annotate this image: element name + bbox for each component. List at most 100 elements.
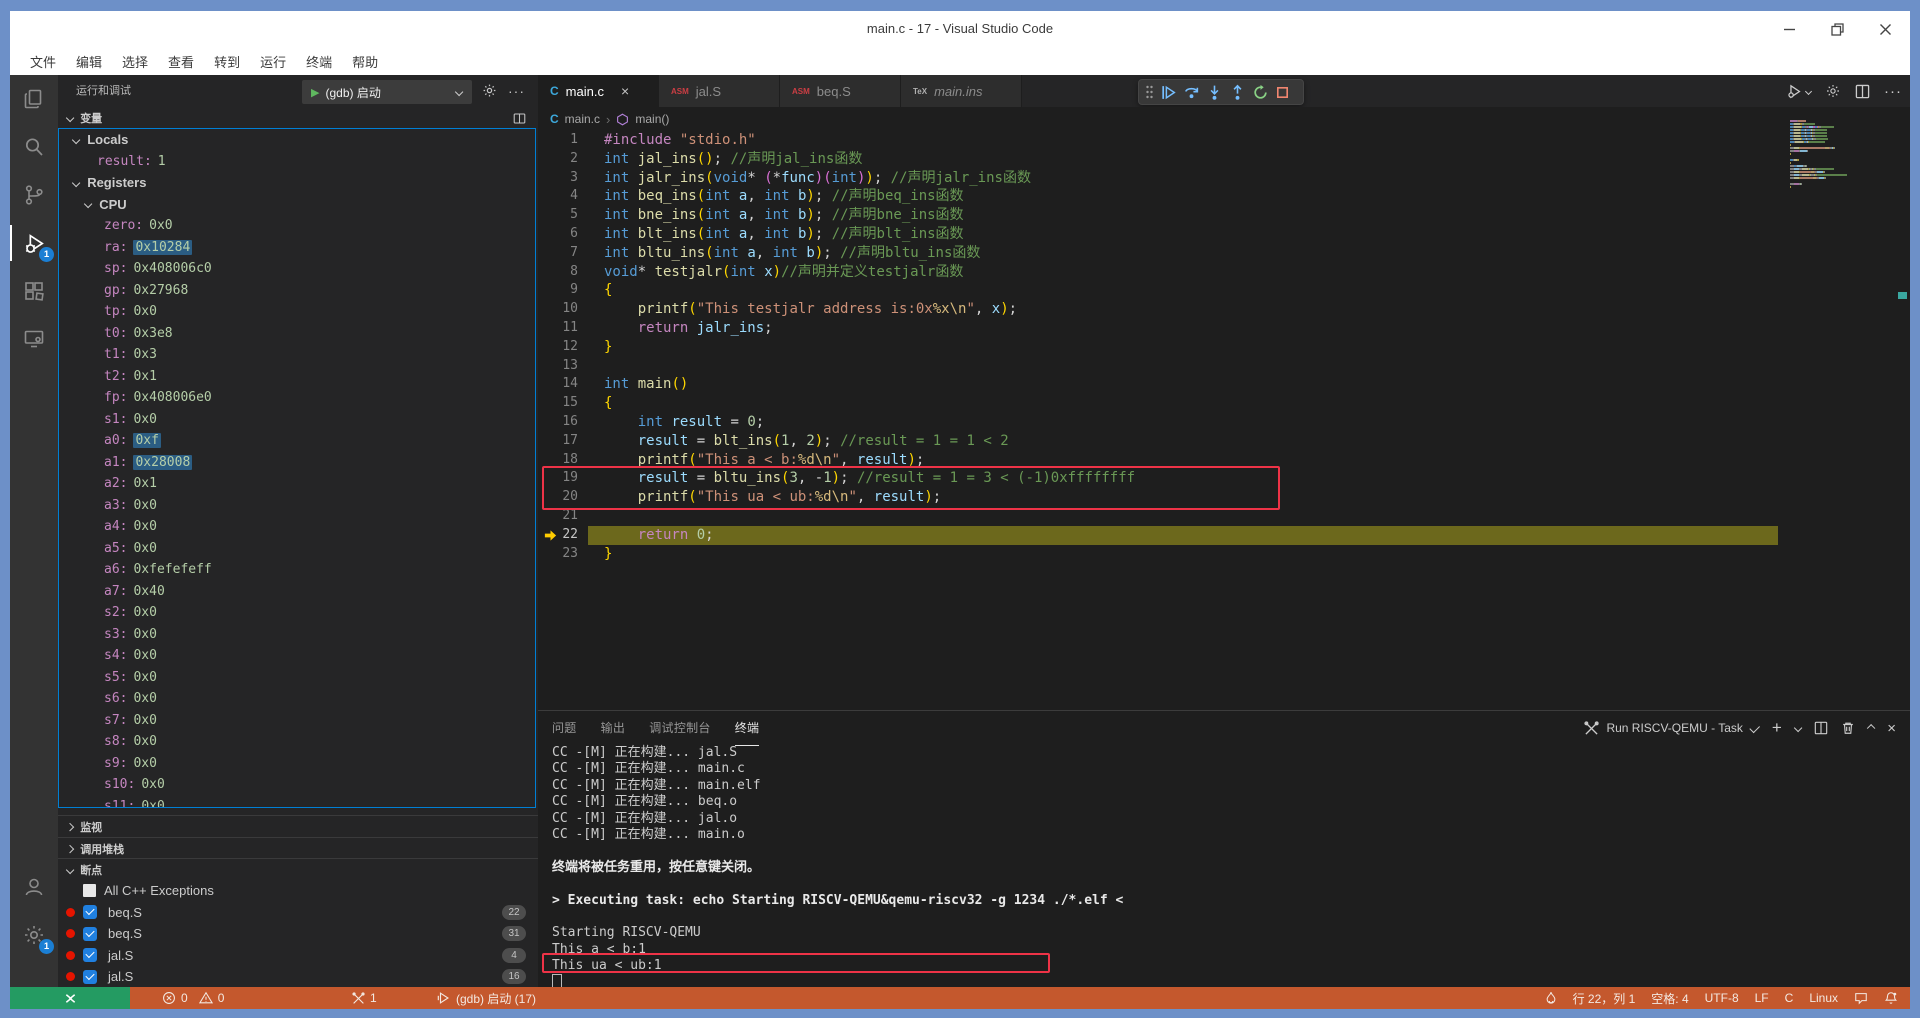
variable-s7[interactable]: s7:0x0 bbox=[59, 710, 535, 732]
editor-tab-main.ins[interactable]: TeXmain.ins bbox=[901, 75, 1022, 107]
source-control-icon[interactable] bbox=[10, 173, 58, 217]
code-line-13[interactable]: 13 bbox=[538, 357, 1910, 376]
code-line-22[interactable]: 22 return 0; bbox=[538, 526, 1910, 545]
panel-tab-问题[interactable]: 问题 bbox=[552, 711, 577, 745]
os-indicator[interactable]: Linux bbox=[1809, 991, 1838, 1005]
continue-icon[interactable] bbox=[1160, 84, 1177, 101]
checkbox[interactable] bbox=[83, 905, 97, 919]
panel-tab-输出[interactable]: 输出 bbox=[601, 711, 626, 745]
tree-node-Locals[interactable]: Locals bbox=[59, 129, 535, 151]
code-line-23[interactable]: 23} bbox=[538, 545, 1910, 564]
terminal-output[interactable]: CC -[M] 正在构建... jal.SCC -[M] 正在构建... mai… bbox=[552, 745, 1910, 987]
language-mode[interactable]: C bbox=[1785, 991, 1794, 1005]
code-line-11[interactable]: 11 return jalr_ins; bbox=[538, 319, 1910, 338]
variable-tp[interactable]: tp:0x0 bbox=[59, 301, 535, 323]
close-window-button[interactable] bbox=[1874, 18, 1896, 40]
menu-item-3[interactable]: 查看 bbox=[158, 49, 204, 74]
encoding[interactable]: UTF-8 bbox=[1705, 991, 1739, 1005]
menu-item-1[interactable]: 编辑 bbox=[66, 49, 112, 74]
tree-node-CPU[interactable]: CPU bbox=[59, 194, 535, 216]
variable-s9[interactable]: s9:0x0 bbox=[59, 753, 535, 775]
breakpoint-item-beq.S-31[interactable]: beq.S31 bbox=[58, 923, 538, 945]
drag-handle-icon[interactable] bbox=[1145, 85, 1154, 99]
checkbox[interactable] bbox=[83, 970, 97, 984]
step-over-icon[interactable] bbox=[1183, 84, 1200, 101]
breakpoint-item-jal.S-4[interactable]: jal.S4 bbox=[58, 945, 538, 967]
variable-a3[interactable]: a3:0x0 bbox=[59, 495, 535, 517]
code-line-1[interactable]: 1#include "stdio.h" bbox=[538, 131, 1910, 150]
code-line-5[interactable]: 5int bne_ins(int a, int b); //声明bne_ins函… bbox=[538, 206, 1910, 225]
split-editor-icon[interactable] bbox=[1855, 84, 1870, 99]
code-line-9[interactable]: 9{ bbox=[538, 281, 1910, 300]
breadcrumb[interactable]: C main.c › main() bbox=[538, 107, 1910, 131]
split-terminal-icon[interactable] bbox=[1814, 721, 1828, 735]
title-bar[interactable]: main.c - 17 - Visual Studio Code bbox=[10, 11, 1910, 47]
checkbox[interactable] bbox=[83, 927, 97, 941]
indentation[interactable]: 空格: 4 bbox=[1651, 990, 1688, 1007]
variable-t0[interactable]: t0:0x3e8 bbox=[59, 323, 535, 345]
code-line-2[interactable]: 2int jal_ins(); //声明jal_ins函数 bbox=[538, 150, 1910, 169]
editor-tab-beq.S[interactable]: ASMbeq.S bbox=[780, 75, 901, 107]
variable-s1[interactable]: s1:0x0 bbox=[59, 409, 535, 431]
variable-s4[interactable]: s4:0x0 bbox=[59, 645, 535, 667]
settings-gear-icon[interactable]: 1 bbox=[10, 913, 58, 957]
variable-a0[interactable]: a0:0xf bbox=[59, 430, 535, 452]
code-line-3[interactable]: 3int jalr_ins(void* (*func)(int)); //声明j… bbox=[538, 169, 1910, 188]
tasks-status[interactable]: 1 bbox=[352, 987, 377, 1009]
code-line-7[interactable]: 7int bltu_ins(int a, int b); //声明bltu_in… bbox=[538, 244, 1910, 263]
watch-section-header[interactable]: 监视 bbox=[58, 815, 538, 838]
code-line-10[interactable]: 10 printf("This testjalr address is:0x%x… bbox=[538, 300, 1910, 319]
variable-a2[interactable]: a2:0x1 bbox=[59, 473, 535, 495]
variable-s10[interactable]: s10:0x0 bbox=[59, 774, 535, 796]
editor-tab-jal.S[interactable]: ASMjal.S bbox=[659, 75, 780, 107]
close-panel-icon[interactable]: × bbox=[1887, 720, 1896, 737]
remote-indicator[interactable] bbox=[10, 987, 130, 1009]
explorer-icon[interactable] bbox=[10, 77, 58, 121]
code-line-8[interactable]: 8void* testjalr(int x)//声明并定义testjalr函数 bbox=[538, 263, 1910, 282]
close-tab-icon[interactable]: × bbox=[621, 83, 629, 99]
debug-session-status[interactable]: (gdb) 启动 (17) bbox=[437, 987, 536, 1009]
terminal-task-label[interactable]: Run RISCV-QEMU - Task bbox=[1584, 721, 1758, 736]
code-line-14[interactable]: 14int main() bbox=[538, 375, 1910, 394]
variable-a1[interactable]: a1:0x28008 bbox=[59, 452, 535, 474]
tree-node-Registers[interactable]: Registers bbox=[59, 172, 535, 194]
gear-icon[interactable] bbox=[1825, 83, 1841, 99]
variable-s2[interactable]: s2:0x0 bbox=[59, 602, 535, 624]
search-icon[interactable] bbox=[10, 125, 58, 169]
variable-t1[interactable]: t1:0x3 bbox=[59, 344, 535, 366]
variable-ra[interactable]: ra:0x10284 bbox=[59, 237, 535, 259]
variable-s8[interactable]: s8:0x0 bbox=[59, 731, 535, 753]
panel-layout-icon[interactable] bbox=[513, 112, 526, 125]
extensions-icon[interactable] bbox=[10, 269, 58, 313]
feedback-icon[interactable] bbox=[1854, 991, 1868, 1005]
code-line-17[interactable]: 17 result = blt_ins(1, 2); //result = 1 … bbox=[538, 432, 1910, 451]
maximize-panel-icon[interactable] bbox=[1867, 724, 1876, 733]
variable-sp[interactable]: sp:0x408006c0 bbox=[59, 258, 535, 280]
step-out-icon[interactable] bbox=[1229, 84, 1246, 101]
breakpoint-item-beq.S-22[interactable]: beq.S22 bbox=[58, 902, 538, 924]
variable-a5[interactable]: a5:0x0 bbox=[59, 538, 535, 560]
menu-item-4[interactable]: 转到 bbox=[204, 49, 250, 74]
variable-s11[interactable]: s11:0x0 bbox=[59, 796, 535, 809]
variable-fp[interactable]: fp:0x408006e0 bbox=[59, 387, 535, 409]
variables-tree[interactable]: Localsresult:1RegistersCPUzero:0x0ra:0x1… bbox=[58, 128, 536, 808]
menu-item-0[interactable]: 文件 bbox=[20, 49, 66, 74]
flame-icon[interactable] bbox=[1545, 991, 1557, 1005]
debug-settings-gear-icon[interactable] bbox=[482, 83, 497, 98]
new-terminal-icon[interactable]: + bbox=[1772, 718, 1782, 738]
launch-config-dropdown[interactable]: ▶ (gdb) 启动 bbox=[302, 80, 472, 104]
variable-a4[interactable]: a4:0x0 bbox=[59, 516, 535, 538]
variable-t2[interactable]: t2:0x1 bbox=[59, 366, 535, 388]
variable-a7[interactable]: a7:0x40 bbox=[59, 581, 535, 603]
menu-item-2[interactable]: 选择 bbox=[112, 49, 158, 74]
menu-item-5[interactable]: 运行 bbox=[250, 49, 296, 74]
variable-result[interactable]: result:1 bbox=[59, 151, 535, 173]
code-line-12[interactable]: 12} bbox=[538, 338, 1910, 357]
variable-zero[interactable]: zero:0x0 bbox=[59, 215, 535, 237]
minimize-button[interactable] bbox=[1778, 18, 1800, 40]
eol-sequence[interactable]: LF bbox=[1755, 991, 1769, 1005]
variables-section-header[interactable]: 变量 bbox=[58, 107, 538, 129]
variable-s6[interactable]: s6:0x0 bbox=[59, 688, 535, 710]
run-and-debug-icon[interactable]: 1 bbox=[10, 221, 58, 265]
panel-tab-终端[interactable]: 终端 bbox=[735, 711, 760, 746]
